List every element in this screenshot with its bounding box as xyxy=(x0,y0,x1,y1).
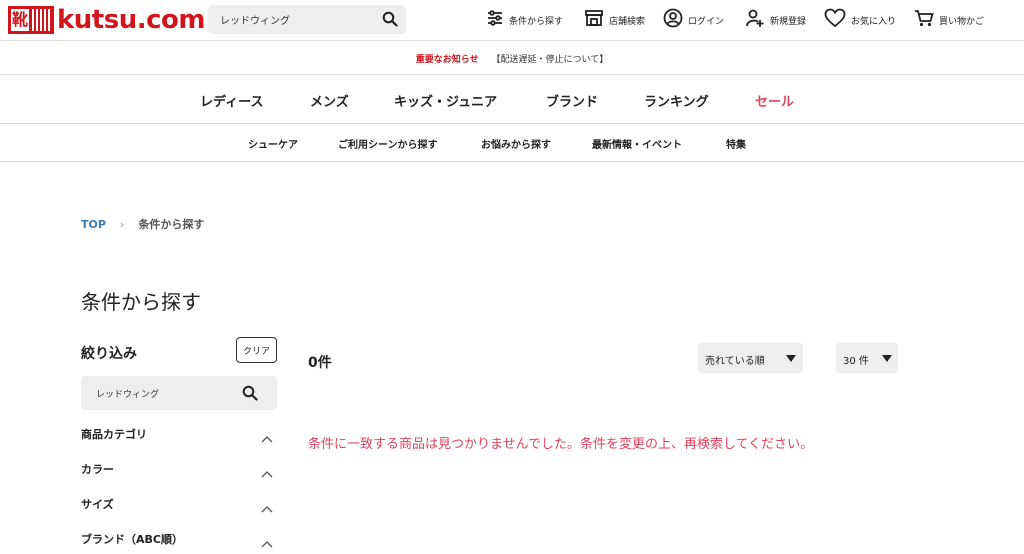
logo-mark: 靴 xyxy=(8,6,54,34)
facet-label: 商品カテゴリ xyxy=(81,428,147,441)
divider xyxy=(0,161,1024,162)
sort-value: 売れている順 xyxy=(705,356,765,367)
header-search-input[interactable] xyxy=(208,5,368,34)
nav-favorites[interactable]: お気に入り xyxy=(824,8,896,32)
filter-search-input[interactable] xyxy=(81,376,231,410)
facet-size[interactable]: サイズ xyxy=(81,494,277,514)
important-notice-link[interactable]: 重要なお知らせ xyxy=(416,55,479,65)
store-icon xyxy=(584,9,604,31)
breadcrumb: TOP › 条件から探す xyxy=(81,216,204,232)
nav-cart[interactable]: 買い物かご xyxy=(914,8,984,32)
facet-color[interactable]: カラー xyxy=(81,459,277,479)
filter-title: 絞り込み xyxy=(81,346,137,362)
sub-nav-by-concern[interactable]: お悩みから探す xyxy=(481,136,551,151)
nav-label: 条件から探す xyxy=(509,16,564,27)
no-results-message: 条件に一致する商品は見つかりませんでした。条件を変更の上、再検索してください。 xyxy=(308,437,814,452)
filter-search xyxy=(81,376,277,410)
logo-text: kutsu.com xyxy=(57,5,205,35)
sub-nav-features[interactable]: 特集 xyxy=(726,136,746,151)
sub-nav: シューケア ご利用シーンから探す お悩みから探す 最新情報・イベント 特集 xyxy=(0,136,1024,151)
main-nav: レディース メンズ キッズ・ジュニア ブランド ランキング セール xyxy=(0,91,1024,110)
user-icon xyxy=(663,8,683,32)
divider xyxy=(0,40,1024,41)
search-icon[interactable] xyxy=(382,11,398,31)
sub-nav-by-scene[interactable]: ご利用シーンから探す xyxy=(338,136,438,151)
sub-nav-news-events[interactable]: 最新情報・イベント xyxy=(592,136,682,151)
facet-brand[interactable]: ブランド（ABC順） xyxy=(81,529,277,549)
nav-label: 買い物かご xyxy=(939,16,985,27)
logo-pattern xyxy=(32,9,51,31)
breadcrumb-current: 条件から探す xyxy=(138,218,205,231)
delivery-notice-link[interactable]: 【配送遅延・停止について】 xyxy=(491,55,608,65)
chevron-right-icon: › xyxy=(119,217,125,231)
sliders-icon xyxy=(486,9,504,31)
site-logo[interactable]: 靴 kutsu.com xyxy=(8,6,205,34)
main-nav-ladies[interactable]: レディース xyxy=(200,91,263,110)
nav-store-search[interactable]: 店舗検索 xyxy=(584,8,645,32)
user-plus-icon xyxy=(745,8,765,32)
divider xyxy=(0,123,1024,124)
page-title: 条件から探す xyxy=(81,290,201,314)
caret-down-icon xyxy=(882,355,892,362)
chevron-up-icon xyxy=(261,463,273,482)
chevron-up-icon xyxy=(261,533,273,552)
site-header: 靴 kutsu.com 条件から探す 店舗検索 ログイン 新規登録 xyxy=(0,0,1024,40)
main-nav-sale[interactable]: セール xyxy=(755,91,794,110)
sub-nav-shoe-care[interactable]: シューケア xyxy=(248,136,298,151)
clear-filter-button[interactable]: クリア xyxy=(236,337,277,363)
nav-register[interactable]: 新規登録 xyxy=(745,8,806,32)
heart-icon xyxy=(824,8,846,32)
facet-label: ブランド（ABC順） xyxy=(81,533,183,546)
facet-category[interactable]: 商品カテゴリ xyxy=(81,424,277,444)
main-nav-kids[interactable]: キッズ・ジュニア xyxy=(394,91,497,110)
main-nav-brand[interactable]: ブランド xyxy=(546,91,598,110)
nav-login[interactable]: ログイン xyxy=(663,8,724,32)
facet-label: カラー xyxy=(81,463,114,476)
nav-label: 新規登録 xyxy=(770,16,807,27)
breadcrumb-top-link[interactable]: TOP xyxy=(81,218,106,231)
search-icon[interactable] xyxy=(242,385,258,405)
nav-search-conditions[interactable]: 条件から探す xyxy=(486,8,563,32)
result-count: 0件 xyxy=(308,355,332,371)
divider xyxy=(0,74,1024,75)
caret-down-icon xyxy=(786,355,796,362)
notice-bar: 重要なお知らせ 【配送遅延・停止について】 xyxy=(0,52,1024,65)
sort-select[interactable]: 売れている順 xyxy=(698,343,803,373)
per-page-value: 30 件 xyxy=(843,356,869,367)
facet-label: サイズ xyxy=(81,498,114,511)
header-search xyxy=(208,5,406,34)
nav-label: お気に入り xyxy=(851,16,897,27)
chevron-up-icon xyxy=(261,428,273,447)
main-nav-mens[interactable]: メンズ xyxy=(310,91,349,110)
main-nav-ranking[interactable]: ランキング xyxy=(644,91,709,110)
nav-label: ログイン xyxy=(688,16,725,27)
cart-icon xyxy=(914,9,934,31)
nav-label: 店舗検索 xyxy=(609,16,646,27)
logo-kanji: 靴 xyxy=(11,9,29,31)
chevron-up-icon xyxy=(261,498,273,517)
per-page-select[interactable]: 30 件 xyxy=(836,343,898,373)
